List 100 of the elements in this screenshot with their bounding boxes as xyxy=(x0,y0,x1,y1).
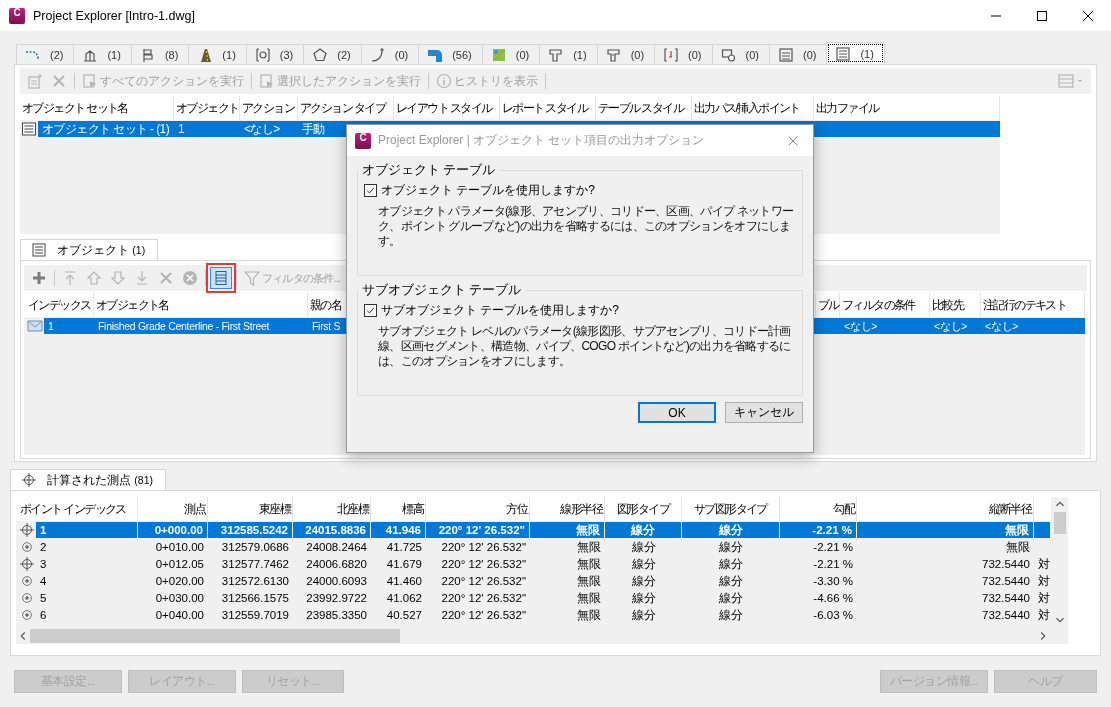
column-header: フィルタの条件 xyxy=(842,296,915,314)
table-cell: 0+020.00 xyxy=(155,574,204,587)
table-cell: 0+030.00 xyxy=(155,591,204,604)
table-cell: 手動 xyxy=(302,121,325,136)
table-cell: 23985.3350 xyxy=(306,608,367,621)
table-cell: オブジェクト セット - (1) xyxy=(42,121,170,136)
table-cell: 312566.1575 xyxy=(221,591,289,604)
table-cell: 0+010.00 xyxy=(155,540,204,553)
table-cell: 線分 xyxy=(631,608,656,621)
table-cell: 41.460 xyxy=(386,574,422,587)
table-cell: 無限 xyxy=(576,523,600,536)
table-cell: 無限 xyxy=(1006,540,1030,553)
column-header: アクション タイプ xyxy=(300,99,385,117)
table-cell: 312572.6130 xyxy=(221,574,289,587)
column-header: レイアウト スタイル xyxy=(396,99,492,117)
table-cell: 1 xyxy=(178,121,185,136)
app-logo: C xyxy=(355,132,371,149)
table-cell: 線分 xyxy=(719,591,743,604)
table-cell: 732.5440 xyxy=(982,557,1030,570)
table-cell: 24000.6093 xyxy=(306,574,367,587)
table-cell: -6.03 % xyxy=(813,608,853,621)
table-cell: <なし> xyxy=(244,121,280,136)
option-description: サブオブジェクト レベルのパラメータ(線形図形、サブアセンブリ、コリドー計画線、区画セグメント、構造物、パイプ、COGO ポイントなど)の出力を省略するには、このオプションをオフにします。 xyxy=(378,324,792,369)
table-cell: 対 xyxy=(1038,591,1050,604)
column-header: オブジェクト名 xyxy=(96,296,169,314)
column-header: 注記行のテキスト xyxy=(983,296,1067,314)
column-header: 方位 xyxy=(506,500,527,518)
table-cell: 2 xyxy=(40,540,47,553)
table-cell: 220° 12' 26.532" xyxy=(441,557,526,570)
table-cell: -3.30 % xyxy=(813,574,853,587)
column-header: サブ図形タイプ xyxy=(694,500,767,518)
table-cell: 220° 12' 26.532" xyxy=(441,608,526,621)
column-header: オブジェクト セット名 xyxy=(22,99,128,117)
table-cell: 0+000.00 xyxy=(154,523,203,536)
column-header: インデックス xyxy=(28,296,91,314)
table-cell: 41.679 xyxy=(386,557,422,570)
table-cell: 41.062 xyxy=(386,591,422,604)
table-cell: 220° 12' 26.532" xyxy=(441,540,526,553)
table-cell: 無限 xyxy=(577,557,601,570)
table-cell: 5 xyxy=(40,591,47,604)
column-header: アクション xyxy=(242,99,294,117)
column-header: 勾配 xyxy=(833,500,854,518)
table-cell: 1 xyxy=(40,523,47,536)
table-cell: 732.5440 xyxy=(982,574,1030,587)
table-cell: 312577.7462 xyxy=(221,557,289,570)
group-title: サブオブジェクト テーブル xyxy=(361,282,523,299)
table-cell: 24006.6820 xyxy=(306,557,367,570)
table-cell: 41.725 xyxy=(386,540,422,553)
table-cell: <なし> xyxy=(934,319,968,332)
column-header: 出力パス/挿入ポイント xyxy=(694,99,800,117)
table-cell: 41.946 xyxy=(385,523,421,536)
table-cell: 対 xyxy=(1038,608,1050,621)
table-cell: 線分 xyxy=(631,557,656,570)
table-cell: 24015.8836 xyxy=(305,523,366,536)
table-cell: 線分 xyxy=(631,523,655,536)
table-cell: 220° 12' 26.532" xyxy=(438,523,525,536)
table-cell: 線分 xyxy=(719,557,743,570)
column-header: 北座標 xyxy=(336,500,368,518)
column-header: 東座標 xyxy=(258,500,290,518)
column-header: ポイント インデックス xyxy=(20,500,126,518)
table-cell: 線分 xyxy=(631,574,656,587)
table-cell: 3 xyxy=(40,557,47,570)
table-cell: 無限 xyxy=(1005,523,1029,536)
column-header: ブル xyxy=(818,296,839,314)
table-cell: 無限 xyxy=(577,540,601,553)
column-header: テーブル スタイル xyxy=(598,99,683,117)
column-header: 親の名 xyxy=(310,296,342,314)
table-cell: 線分 xyxy=(719,608,743,621)
table-cell: 40.527 xyxy=(386,608,422,621)
table-cell: -2.21 % xyxy=(812,523,852,536)
column-header: 標高 xyxy=(402,500,423,518)
table-cell: 23992.9722 xyxy=(306,591,367,604)
table-cell: 312559.7019 xyxy=(221,608,289,621)
table-cell: 対 xyxy=(1038,557,1050,570)
table-cell: 線分 xyxy=(718,523,743,536)
column-header: 出力ファイル xyxy=(816,99,879,117)
table-cell: 312579.0686 xyxy=(221,540,289,553)
table-cell: 312585.5242 xyxy=(220,523,288,536)
table-cell: 線分 xyxy=(719,574,743,587)
column-header: オブジェクト xyxy=(176,99,239,117)
table-cell: 無限 xyxy=(577,608,601,621)
table-cell: -2.21 % xyxy=(813,540,853,553)
table-cell: Finished Grade Centerline - First Street xyxy=(98,319,270,332)
table-cell: 6 xyxy=(40,608,47,621)
table-cell: 732.5440 xyxy=(982,608,1030,621)
table-cell: 無限 xyxy=(577,591,601,604)
table-cell: -4.66 % xyxy=(813,591,853,604)
table-cell: First S xyxy=(312,319,341,332)
table-cell: 4 xyxy=(40,574,47,587)
column-header: 縦断半径 xyxy=(989,500,1031,518)
table-cell: -2.21 % xyxy=(813,557,853,570)
table-cell: 線分 xyxy=(631,540,656,553)
table-cell: <なし> xyxy=(844,319,878,332)
table-cell: 線分 xyxy=(631,591,656,604)
column-header: 比較先 xyxy=(932,296,964,314)
column-header: 図形タイプ xyxy=(617,500,669,518)
group-title: オブジェクト テーブル xyxy=(361,162,497,179)
table-cell: <なし> xyxy=(985,319,1019,332)
column-header: レポート スタイル xyxy=(502,99,587,117)
table-cell: 0+040.00 xyxy=(155,608,204,621)
